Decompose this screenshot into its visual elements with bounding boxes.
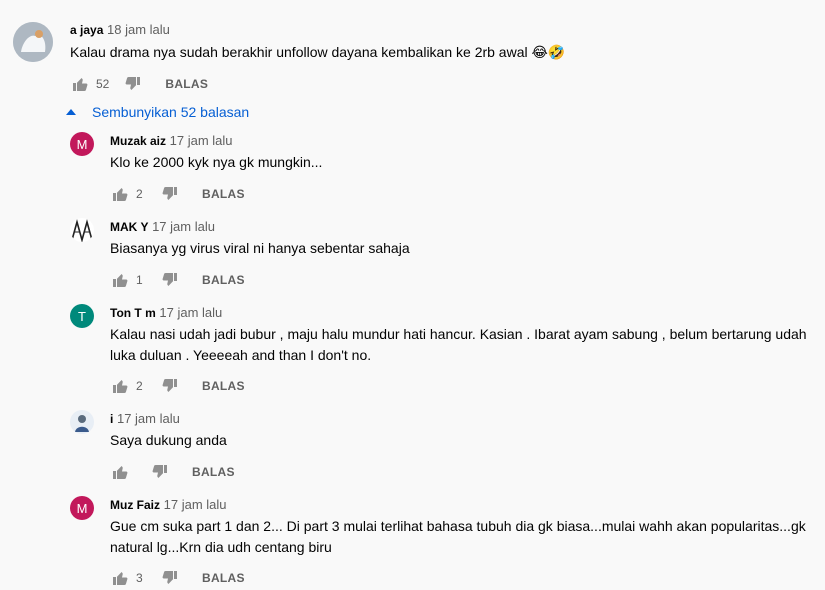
like-button[interactable] [110,270,130,290]
comment-author[interactable]: i [110,412,113,426]
reply-avatar[interactable]: T [70,304,94,328]
dislike-button[interactable] [160,184,180,204]
comment-time[interactable]: 17 jam lalu [159,305,222,320]
comment-time[interactable]: 18 jam lalu [107,22,170,37]
like-count: 52 [96,77,110,91]
reply-avatar[interactable] [70,410,94,434]
comment-time[interactable]: 17 jam lalu [117,411,180,426]
reply-button[interactable]: BALAS [202,379,245,393]
comment-text: Gue cm suka part 1 dan 2... Di part 3 mu… [110,518,806,555]
thumb-down-icon [162,379,177,392]
like-button[interactable] [110,184,130,204]
thumb-up-icon [113,188,128,201]
hide-replies-label: Sembunyikan 52 balasan [92,104,250,120]
logo-mark-icon [71,219,93,242]
top-comment-avatar[interactable] [13,22,53,62]
reply-header: Ton T m 17 jam lalu [110,305,222,320]
reply-header: i 17 jam lalu [110,411,180,426]
reply-header: Muz Faiz 17 jam lalu [110,497,227,512]
user-photo-icon [75,415,89,432]
comment-time[interactable]: 17 jam lalu [170,133,233,148]
comment-text: Kalau nasi udah jadi bubur , maju halu m… [110,326,807,363]
comment-text: Biasanya yg virus viral ni hanya sebenta… [110,240,410,256]
reply-header: Muzak aiz 17 jam lalu [110,133,233,148]
avatar-letter: T [78,308,86,324]
reply-actions: 2 BALAS [110,374,245,398]
reply-button[interactable]: BALAS [202,571,245,585]
comment-text: Saya dukung anda [110,432,227,448]
like-button[interactable] [110,568,130,588]
reply-header: MAK Y 17 jam lalu [110,219,215,234]
thumb-down-icon [162,187,177,200]
like-count: 2 [136,187,143,201]
like-button[interactable] [70,74,90,94]
reply-button[interactable]: BALAS [202,187,245,201]
dislike-button[interactable] [150,462,170,482]
comment-text: Klo ke 2000 kyk nya gk mungkin... [110,154,323,170]
comment-author[interactable]: Ton T m [110,306,156,320]
thumb-up-icon [113,466,128,479]
chevron-up-icon [66,109,76,115]
like-count: 3 [136,571,143,585]
comment-text: Kalau drama nya sudah berakhir unfollow … [70,44,566,60]
dislike-button[interactable] [160,376,180,396]
top-comment-actions: 52 BALAS [70,72,208,96]
thumb-up-icon [73,78,88,91]
reply-button[interactable]: BALAS [202,273,245,287]
reply-button[interactable]: BALAS [192,465,235,479]
comment-author[interactable]: Muzak aiz [110,134,166,148]
reply-avatar[interactable]: M [70,496,94,520]
avatar-letter: M [76,136,88,152]
reply-actions: BALAS [110,460,235,484]
reply-actions: 2 BALAS [110,182,245,206]
like-count: 1 [136,273,143,287]
comment-author[interactable]: a jaya [70,23,103,37]
like-button[interactable] [110,376,130,396]
dislike-button[interactable] [123,74,143,94]
like-count: 2 [136,379,143,393]
comment-time[interactable]: 17 jam lalu [164,497,227,512]
thumb-down-icon [125,77,141,90]
comment-time[interactable]: 17 jam lalu [152,219,215,234]
avatar-letter: M [76,500,88,516]
dislike-button[interactable] [160,568,180,588]
thumb-up-icon [113,274,128,287]
reply-avatar[interactable]: M [70,132,94,156]
thumb-up-icon [113,572,128,585]
hide-replies-button[interactable]: Sembunyikan 52 balasan [66,101,249,123]
thumb-down-icon [152,465,167,478]
reply-avatar[interactable] [70,218,94,242]
comment-author[interactable]: MAK Y [110,220,148,234]
avatar-image-icon [13,22,53,62]
reply-actions: 1 BALAS [110,268,245,292]
thumb-down-icon [162,273,177,286]
dislike-button[interactable] [160,270,180,290]
top-comment-header: a jaya 18 jam lalu [70,22,170,37]
thumb-up-icon [113,380,128,393]
like-button[interactable] [110,462,130,482]
reply-button[interactable]: BALAS [165,77,208,91]
thumb-down-icon [162,571,177,584]
reply-actions: 3 BALAS [110,566,245,590]
comment-author[interactable]: Muz Faiz [110,498,160,512]
